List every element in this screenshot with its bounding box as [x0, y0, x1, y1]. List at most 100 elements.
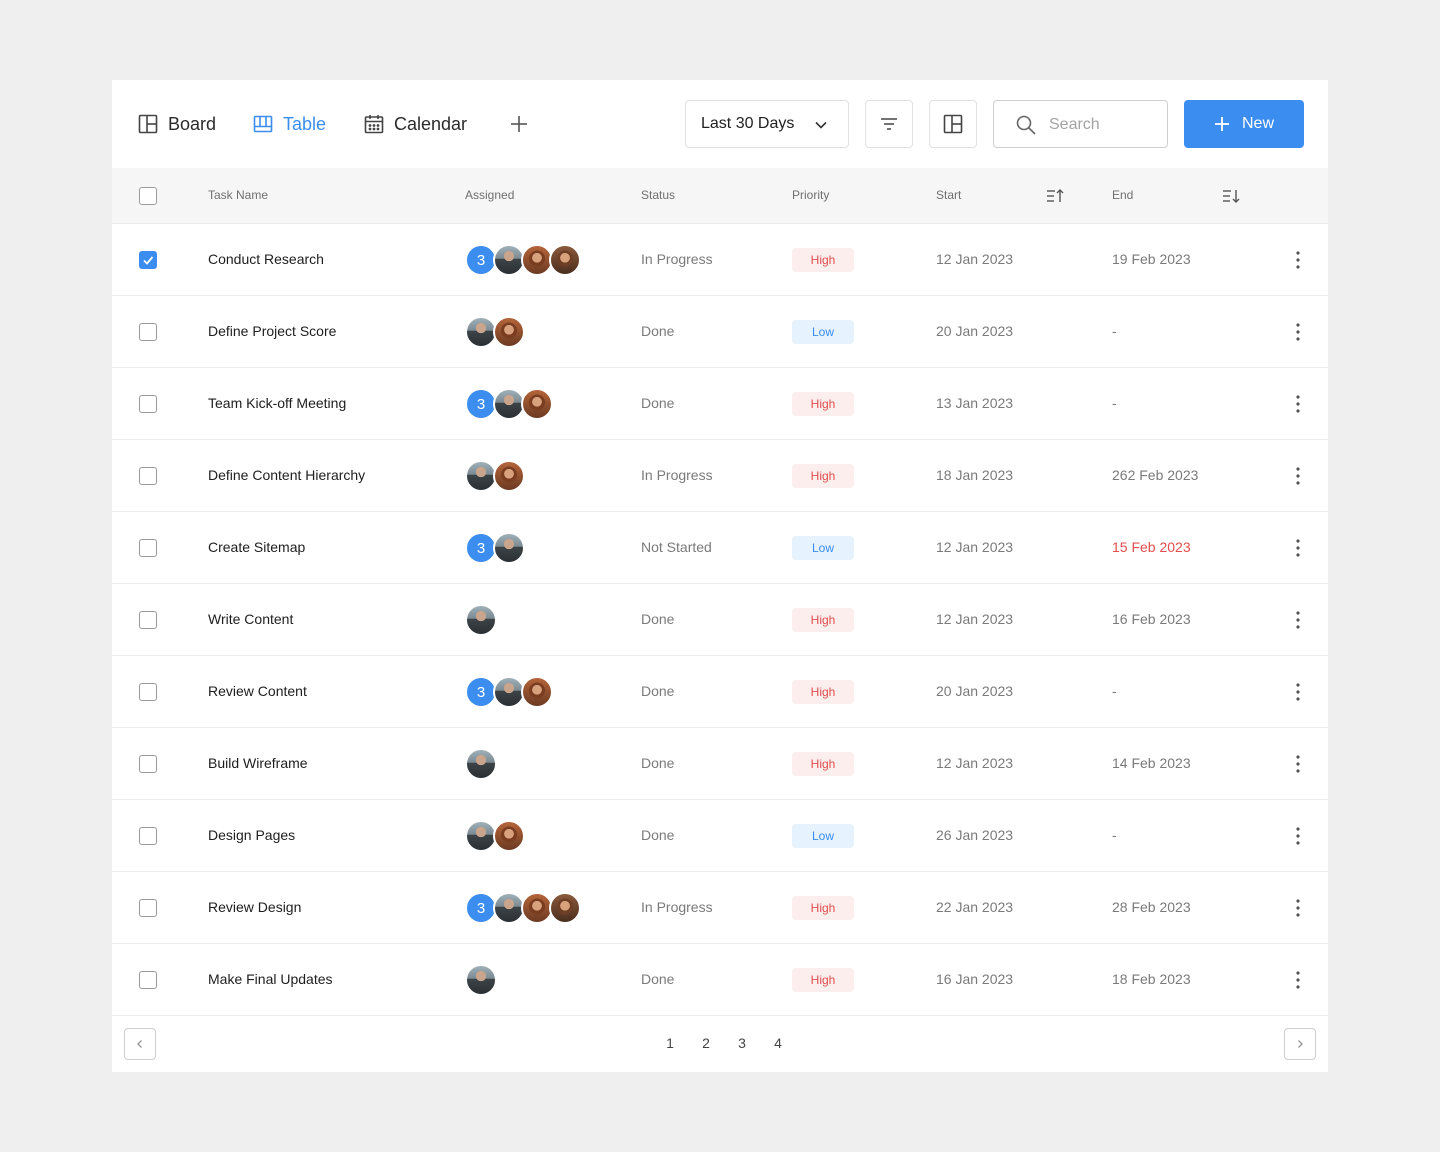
- task-name[interactable]: Review Design: [208, 899, 301, 915]
- more-options-icon[interactable]: [1288, 682, 1308, 702]
- sort-descending-icon[interactable]: [1222, 188, 1240, 204]
- tab-calendar[interactable]: Calendar: [364, 112, 467, 136]
- previous-page-button[interactable]: [124, 1028, 156, 1060]
- priority-badge: Low: [792, 536, 854, 560]
- row-checkbox[interactable]: [139, 467, 157, 485]
- table-row[interactable]: Define Content Hierarchy In Progress High 1…: [112, 440, 1328, 512]
- search-box[interactable]: [993, 100, 1168, 148]
- row-checkbox[interactable]: [139, 683, 157, 701]
- start-date: 20 Jan 2023: [936, 683, 1014, 699]
- more-options-icon[interactable]: [1288, 250, 1308, 270]
- assignee-stack[interactable]: 3: [465, 532, 525, 564]
- more-options-icon[interactable]: [1288, 826, 1308, 846]
- page-number[interactable]: 1: [652, 1035, 688, 1055]
- assignee-stack[interactable]: 3: [465, 892, 581, 924]
- row-checkbox[interactable]: [139, 395, 157, 413]
- more-options-icon[interactable]: [1288, 754, 1308, 774]
- assignee-stack[interactable]: [465, 604, 497, 636]
- table-row[interactable]: Review Content 3 Done High 20 Jan 2023 -: [112, 656, 1328, 728]
- end-date: 14 Feb 2023: [1112, 755, 1191, 771]
- row-checkbox[interactable]: [139, 323, 157, 341]
- task-name[interactable]: Write Content: [208, 611, 293, 627]
- end-date: -: [1112, 683, 1117, 699]
- table-view-icon: [253, 115, 273, 133]
- page-number[interactable]: 2: [688, 1035, 724, 1055]
- add-view-icon[interactable]: [508, 113, 530, 135]
- avatar: [521, 388, 553, 420]
- priority-badge: High: [792, 896, 854, 920]
- more-options-icon[interactable]: [1288, 610, 1308, 630]
- table-row[interactable]: Define Project Score Done Low 20 Jan 2023 -: [112, 296, 1328, 368]
- row-checkbox[interactable]: [139, 539, 157, 557]
- row-checkbox[interactable]: [139, 251, 157, 269]
- table-row[interactable]: Make Final Updates Done High 16 Jan 2023 18 …: [112, 944, 1328, 1016]
- more-options-icon[interactable]: [1288, 466, 1308, 486]
- assignee-stack[interactable]: 3: [465, 244, 581, 276]
- date-range-value: Last 30 Days: [701, 115, 795, 132]
- start-date: 26 Jan 2023: [936, 827, 1014, 843]
- task-name[interactable]: Build Wireframe: [208, 755, 308, 771]
- search-input[interactable]: [1049, 113, 1159, 137]
- next-page-button[interactable]: [1284, 1028, 1316, 1060]
- row-checkbox[interactable]: [139, 971, 157, 989]
- task-name[interactable]: Team Kick-off Meeting: [208, 395, 346, 411]
- assignee-stack[interactable]: [465, 820, 525, 852]
- task-name[interactable]: Design Pages: [208, 827, 295, 843]
- avatar: [521, 676, 553, 708]
- status-text: Done: [641, 683, 675, 699]
- date-range-select[interactable]: Last 30 Days: [685, 100, 849, 148]
- page-number[interactable]: 3: [724, 1035, 760, 1055]
- page-number[interactable]: 4: [760, 1035, 796, 1055]
- row-checkbox[interactable]: [139, 755, 157, 773]
- status-text: Done: [641, 395, 675, 411]
- more-options-icon[interactable]: [1288, 322, 1308, 342]
- assignee-stack[interactable]: [465, 316, 525, 348]
- assignee-stack[interactable]: [465, 964, 497, 996]
- end-date: 18 Feb 2023: [1112, 971, 1191, 987]
- task-name[interactable]: Create Sitemap: [208, 539, 305, 555]
- task-name[interactable]: Make Final Updates: [208, 971, 333, 987]
- more-options-icon[interactable]: [1288, 898, 1308, 918]
- assignee-stack[interactable]: [465, 748, 497, 780]
- end-date: 28 Feb 2023: [1112, 899, 1191, 915]
- more-options-icon[interactable]: [1288, 538, 1308, 558]
- start-date: 12 Jan 2023: [936, 611, 1014, 627]
- table-row[interactable]: Team Kick-off Meeting 3 Done High 13 Jan 202…: [112, 368, 1328, 440]
- table-row[interactable]: Build Wireframe Done High 12 Jan 2023 14 Feb…: [112, 728, 1328, 800]
- start-date: 12 Jan 2023: [936, 539, 1014, 555]
- more-options-icon[interactable]: [1288, 394, 1308, 414]
- priority-badge: Low: [792, 824, 854, 848]
- task-name[interactable]: Review Content: [208, 683, 307, 699]
- sort-ascending-icon[interactable]: [1046, 188, 1064, 204]
- more-options-icon[interactable]: [1288, 970, 1308, 990]
- filter-button[interactable]: [865, 100, 913, 148]
- table-row[interactable]: Write Content Done High 12 Jan 2023 16 Feb 2…: [112, 584, 1328, 656]
- status-text: Done: [641, 323, 675, 339]
- assignee-stack[interactable]: 3: [465, 388, 553, 420]
- task-name[interactable]: Conduct Research: [208, 251, 324, 267]
- end-date: 262 Feb 2023: [1112, 467, 1199, 483]
- task-name[interactable]: Define Project Score: [208, 323, 336, 339]
- column-end: End: [1112, 188, 1134, 202]
- assignee-stack[interactable]: [465, 460, 525, 492]
- table-row[interactable]: Conduct Research 3 In Progress High 12 Jan 2…: [112, 224, 1328, 296]
- chevron-left-icon: [137, 1040, 142, 1048]
- table-header: Task Name Assigned Status Priority Start…: [112, 168, 1328, 224]
- select-all-checkbox[interactable]: [139, 187, 157, 205]
- tab-table[interactable]: Table: [253, 112, 326, 136]
- tab-board[interactable]: Board: [138, 112, 216, 136]
- layout-button[interactable]: [929, 100, 977, 148]
- tab-calendar-label: Calendar: [394, 113, 468, 134]
- new-task-button[interactable]: New: [1184, 100, 1304, 148]
- table-row[interactable]: Review Design 3 In Progress High 22 Jan 2023…: [112, 872, 1328, 944]
- assignee-stack[interactable]: 3: [465, 676, 553, 708]
- start-date: 13 Jan 2023: [936, 395, 1014, 411]
- row-checkbox[interactable]: [139, 899, 157, 917]
- row-checkbox[interactable]: [139, 611, 157, 629]
- task-name[interactable]: Define Content Hierarchy: [208, 467, 365, 483]
- priority-badge: High: [792, 464, 854, 488]
- table-row[interactable]: Design Pages Done Low 26 Jan 2023 -: [112, 800, 1328, 872]
- pagination: 1234: [652, 1035, 796, 1055]
- row-checkbox[interactable]: [139, 827, 157, 845]
- table-row[interactable]: Create Sitemap 3 Not Started Low 12 Jan 2023…: [112, 512, 1328, 584]
